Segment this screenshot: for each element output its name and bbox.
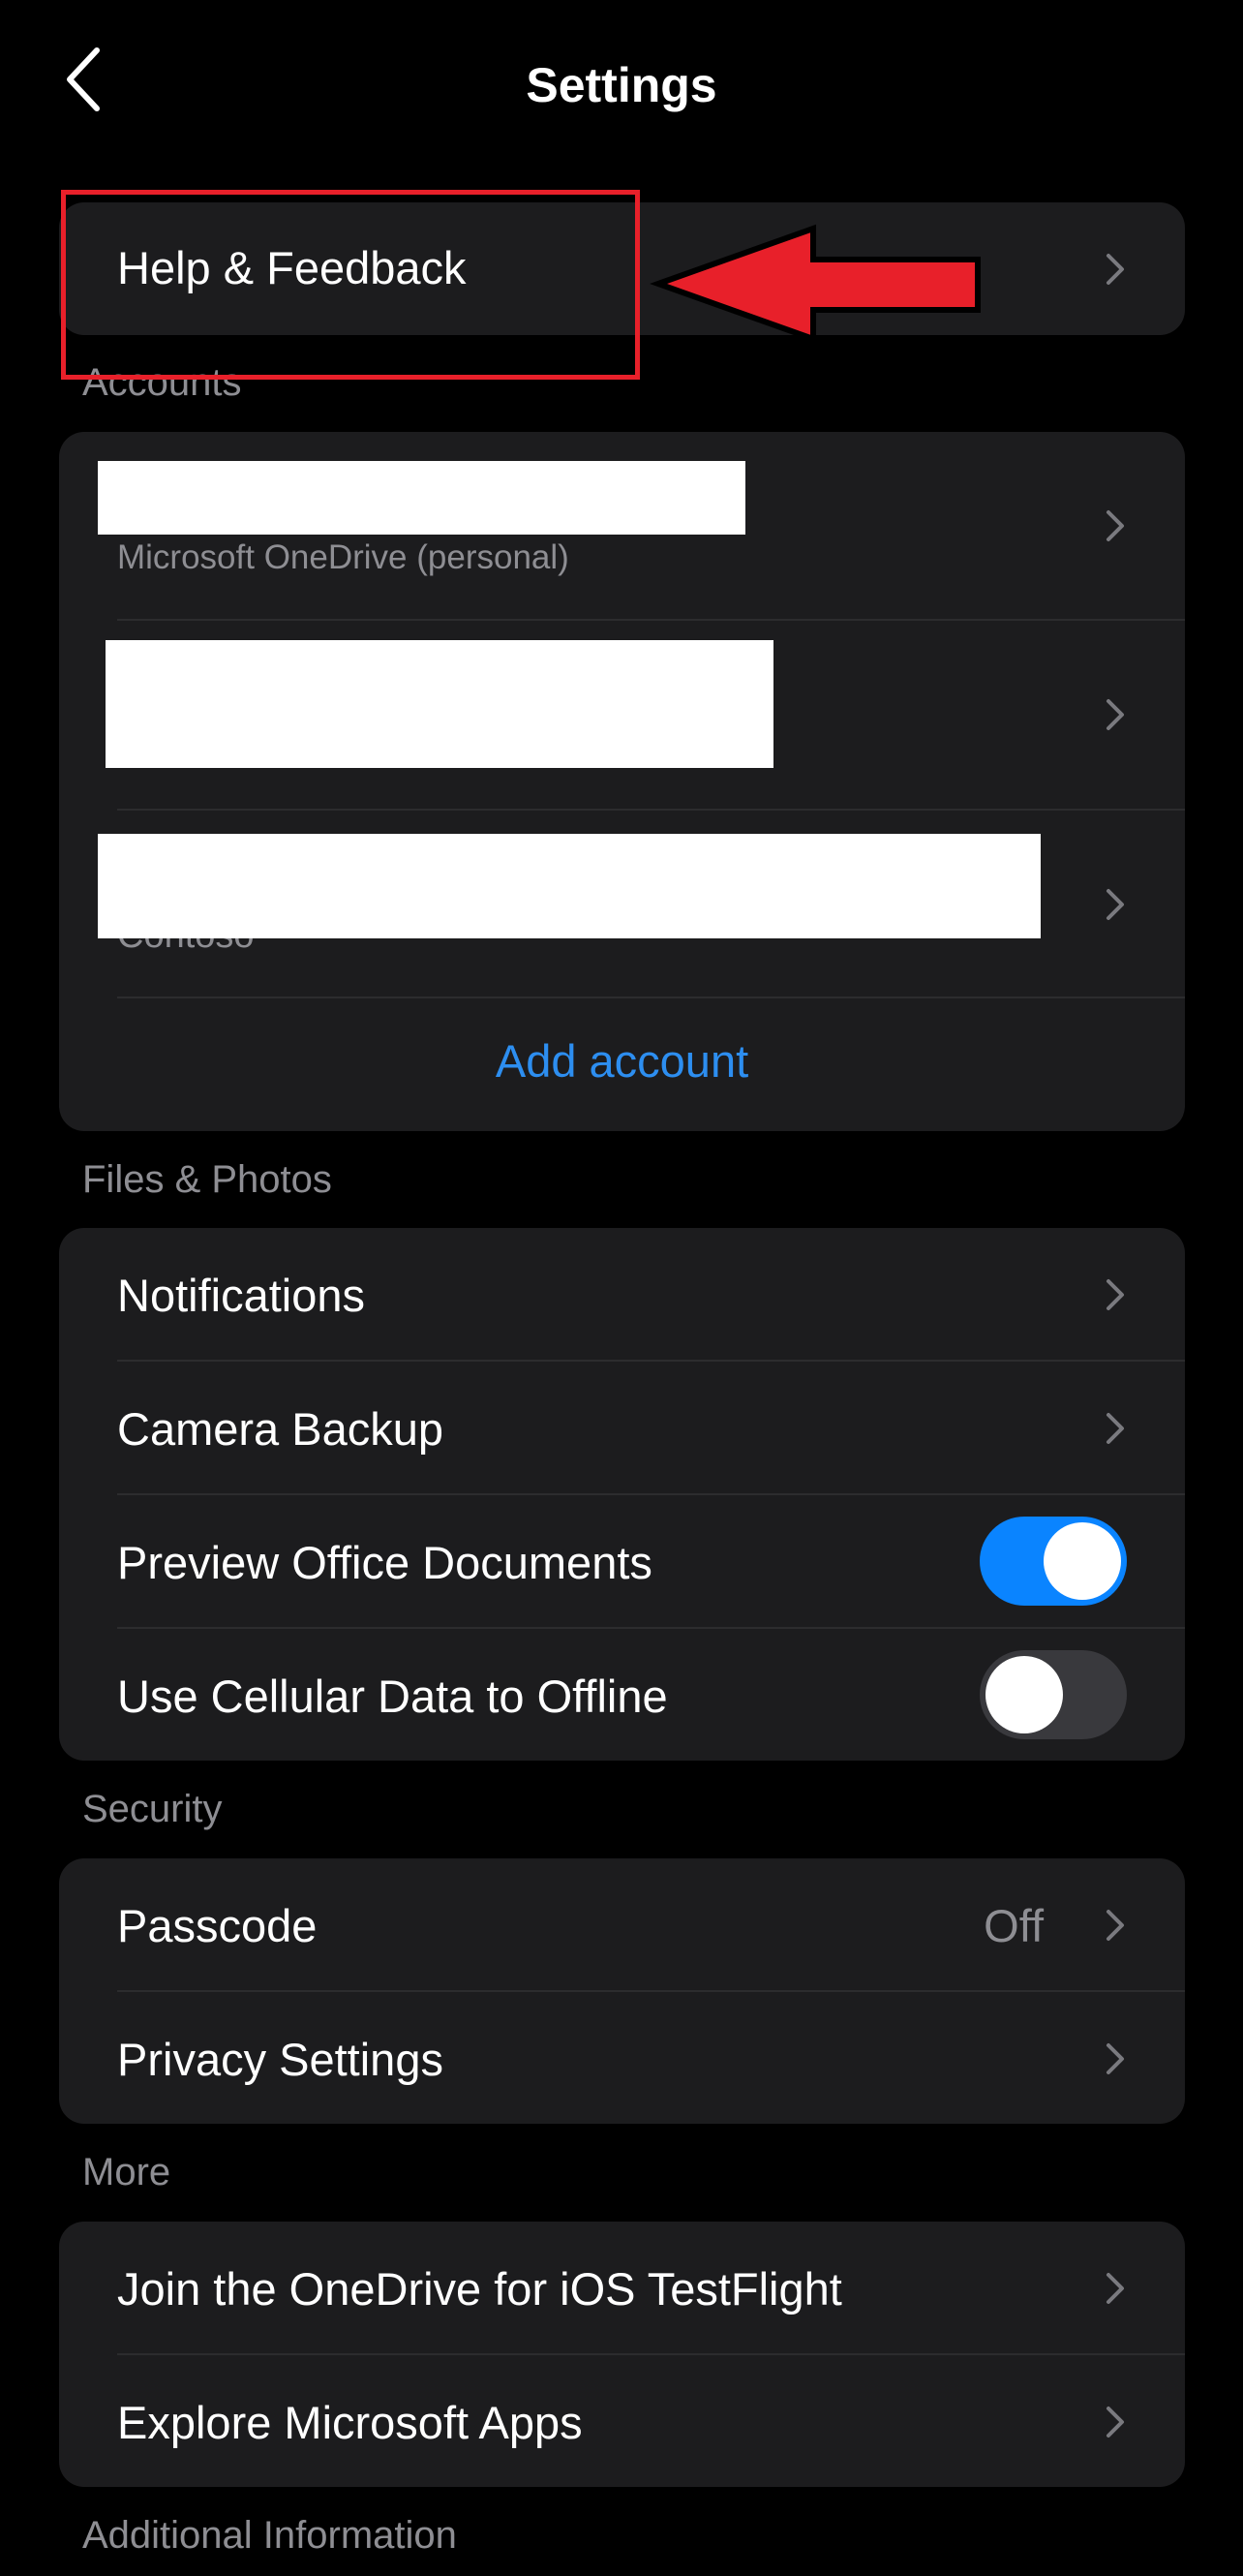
divider [117, 997, 1185, 998]
toggle-knob [985, 1656, 1063, 1733]
toggle-knob [1044, 1522, 1121, 1600]
chevron-right-icon [1107, 2043, 1124, 2074]
explore-apps-row[interactable]: Explore Microsoft Apps [59, 2355, 1185, 2487]
testflight-row[interactable]: Join the OneDrive for iOS TestFlight [59, 2222, 1185, 2354]
redacted-account-name [98, 461, 745, 535]
privacy-settings-label: Privacy Settings [117, 2034, 443, 2085]
annotation-highlight-box [61, 190, 640, 380]
cellular-toggle[interactable] [980, 1650, 1127, 1739]
more-card: Join the OneDrive for iOS TestFlight Exp… [59, 2222, 1185, 2487]
account-subtitle: Microsoft OneDrive (personal) [117, 538, 569, 576]
testflight-label: Join the OneDrive for iOS TestFlight [117, 2263, 842, 2315]
passcode-value: Off [984, 1900, 1044, 1951]
passcode-label: Passcode [117, 1900, 318, 1951]
notifications-row[interactable]: Notifications [59, 1228, 1185, 1361]
preview-office-label: Preview Office Documents [117, 1537, 652, 1588]
redacted-account-name [98, 834, 1041, 938]
account-row[interactable] [59, 621, 1185, 809]
preview-office-row: Preview Office Documents [59, 1495, 1185, 1628]
notifications-label: Notifications [117, 1270, 365, 1321]
chevron-right-icon [1107, 1413, 1124, 1444]
account-row[interactable]: Contoso [59, 811, 1185, 998]
explore-apps-label: Explore Microsoft Apps [117, 2397, 583, 2448]
chevron-right-icon [1107, 1279, 1124, 1310]
section-label-more: More [82, 2151, 171, 2193]
page-title: Settings [526, 58, 717, 112]
privacy-settings-row[interactable]: Privacy Settings [59, 1992, 1185, 2124]
files-photos-card: Notifications Camera Backup Preview Offi… [59, 1228, 1185, 1761]
chevron-right-icon [1107, 1910, 1124, 1941]
section-label-files-photos: Files & Photos [82, 1158, 332, 1201]
redacted-account-name [106, 640, 773, 768]
section-label-security: Security [82, 1788, 223, 1830]
chevron-right-icon [1107, 699, 1124, 730]
account-row[interactable]: Microsoft OneDrive (personal) [59, 432, 1185, 620]
preview-office-toggle[interactable] [980, 1517, 1127, 1606]
camera-backup-row[interactable]: Camera Backup [59, 1362, 1185, 1494]
accounts-card: Microsoft OneDrive (personal) Contoso Ad… [59, 432, 1185, 1131]
passcode-row[interactable]: Passcode Off [59, 1858, 1185, 1991]
annotation-arrow-icon [650, 224, 981, 344]
cellular-row: Use Cellular Data to Offline [59, 1629, 1185, 1761]
security-card: Passcode Off Privacy Settings [59, 1858, 1185, 2124]
section-label-additional-information: Additional Information [82, 2514, 457, 2557]
add-account-button[interactable]: Add account [59, 1034, 1185, 1088]
chevron-right-icon [1107, 2407, 1124, 2438]
chevron-right-icon [1107, 2273, 1124, 2304]
camera-backup-label: Camera Backup [117, 1403, 443, 1455]
chevron-right-icon [1107, 510, 1124, 541]
chevron-right-icon [1107, 889, 1124, 920]
chevron-right-icon [1107, 254, 1124, 285]
cellular-label: Use Cellular Data to Offline [117, 1671, 668, 1722]
